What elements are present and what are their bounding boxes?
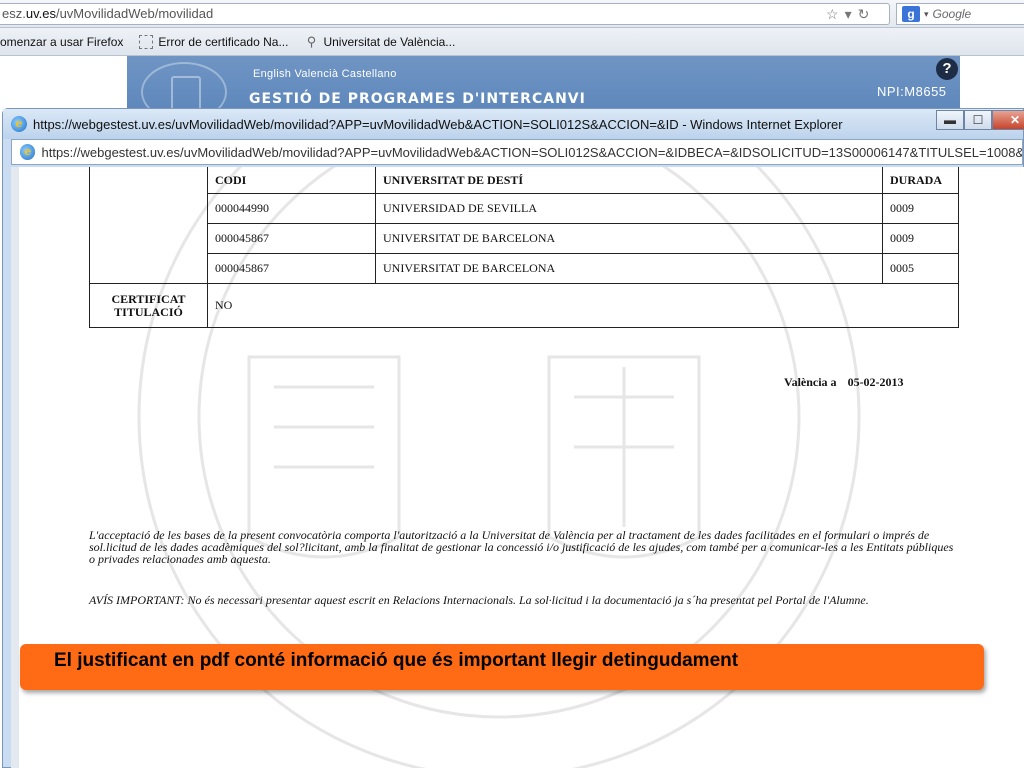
close-button[interactable]: ✕	[992, 110, 1024, 130]
table-header-row: CODI UNIVERSITAT DE DESTÍ DURADA	[89, 167, 959, 284]
ie-address-bar[interactable]: e https://webgestest.uv.es/uvMovilidadWe…	[11, 139, 1023, 165]
bookmarks-toolbar: omenzar a usar Firefox Error de certific…	[0, 28, 1024, 56]
cell-universitat: UNIVERSITAT DE BARCELONA	[375, 223, 883, 254]
bookmark-label: omenzar a usar Firefox	[0, 34, 124, 49]
cell-universitat: UNIVERSITAT DE BARCELONA	[375, 253, 883, 284]
google-icon[interactable]: g	[902, 6, 920, 22]
bookmark-universitat[interactable]: ⚲ Universitat de València...	[304, 33, 456, 49]
certificate-label: CERTIFICAT TITULACIÓ	[89, 283, 208, 328]
page-margin-right	[960, 56, 1024, 112]
url-domain: uv.es	[25, 6, 56, 21]
reload-icon[interactable]: ↻	[858, 6, 870, 23]
table-row: 000044990 UNIVERSIDAD DE SEVILLA 0009	[90, 193, 959, 224]
university-seal-logo	[141, 62, 227, 112]
ie-title-bar[interactable]: e https://webgestest.uv.es/uvMovilidadWe…	[3, 109, 1023, 139]
certificate-row: CERTIFICAT TITULACIÓ NO	[89, 283, 959, 328]
app-title: GESTIÓ DE PROGRAMES D'INTERCANVI	[249, 91, 586, 109]
table-row: 000045867 UNIVERSITAT DE BARCELONA 0005	[90, 253, 959, 284]
dropdown-arrow-icon[interactable]: ▾	[845, 6, 852, 23]
header-universitat: UNIVERSITAT DE DESTÍ	[375, 167, 883, 194]
cell-universitat: UNIVERSIDAD DE SEVILLA	[375, 193, 883, 224]
callout-banner: El justificant en pdf conté informació q…	[20, 644, 984, 690]
bookmark-getting-started[interactable]: omenzar a usar Firefox	[0, 35, 123, 49]
page-icon	[139, 34, 154, 49]
date-label: València a	[784, 375, 837, 389]
npi-label: NPI:M8655	[877, 84, 947, 99]
date-value: 05-02-2013	[847, 375, 904, 389]
url-prefix: esz.	[2, 6, 26, 21]
window-controls: ▬ ☐ ✕	[936, 110, 1024, 130]
table-row: 000045867 UNIVERSITAT DE BARCELONA 0009	[90, 223, 959, 254]
window-frame-left	[11, 167, 19, 768]
search-box[interactable]: g ▾ Google	[896, 3, 1024, 25]
cell-durada: 0009	[882, 193, 959, 224]
cell-durada: 0009	[882, 223, 959, 254]
bookmark-cert-error[interactable]: Error de certificado Na...	[139, 34, 289, 49]
help-icon[interactable]: ?	[936, 58, 958, 80]
uv-header-banner: English Valencià Castellano GESTIÓ DE PR…	[127, 56, 960, 112]
address-url: https://webgestest.uv.es/uvMovilidadWeb/…	[41, 144, 1022, 160]
legal-note: L'acceptació de les bases de la present …	[89, 528, 954, 566]
document-date: València a 05-02-2013	[784, 375, 904, 390]
callout-text: El justificant en pdf conté informació q…	[54, 650, 739, 671]
page-margin-left	[0, 56, 127, 112]
header-codi: CODI	[207, 167, 376, 194]
cell-codi: 000045867	[207, 253, 376, 284]
important-warning: AVÍS IMPORTANT: No és necessari presenta…	[89, 593, 869, 607]
search-placeholder: Google	[932, 7, 972, 21]
url-path: /uvMovilidadWeb/movilidad	[55, 6, 214, 21]
destination-table: CODI UNIVERSITAT DE DESTÍ DURADA 0000449…	[89, 167, 959, 328]
url-bar-icons: ☆ ▾ ↻	[826, 5, 869, 23]
certificate-value: NO	[207, 283, 959, 328]
minimize-button[interactable]: ▬	[936, 110, 964, 130]
search-engine-dropdown-icon[interactable]: ▾	[924, 9, 929, 20]
cell-durada: 0005	[882, 253, 959, 284]
internet-explorer-icon: e	[20, 144, 36, 160]
maximize-button[interactable]: ☐	[964, 110, 992, 130]
star-bookmark-icon[interactable]: ☆	[826, 6, 839, 23]
university-crest-icon: ⚲	[306, 33, 317, 49]
firefox-url-bar[interactable]: esz.uv.es/uvMovilidadWeb/movilidad	[0, 3, 890, 25]
cell-codi: 000044990	[207, 193, 376, 224]
firefox-toolbar: esz.uv.es/uvMovilidadWeb/movilidad ☆ ▾ ↻…	[0, 0, 1024, 28]
table-side-cell	[89, 167, 208, 284]
window-title: https://webgestest.uv.es/uvMovilidadWeb/…	[33, 116, 843, 132]
bookmark-label: Universitat de València...	[323, 34, 456, 49]
bookmark-label: Error de certificado Na...	[158, 34, 289, 49]
internet-explorer-icon: e	[11, 116, 27, 132]
language-links[interactable]: English Valencià Castellano	[253, 68, 397, 80]
cell-codi: 000045867	[207, 223, 376, 254]
header-durada: DURADA	[882, 167, 959, 194]
